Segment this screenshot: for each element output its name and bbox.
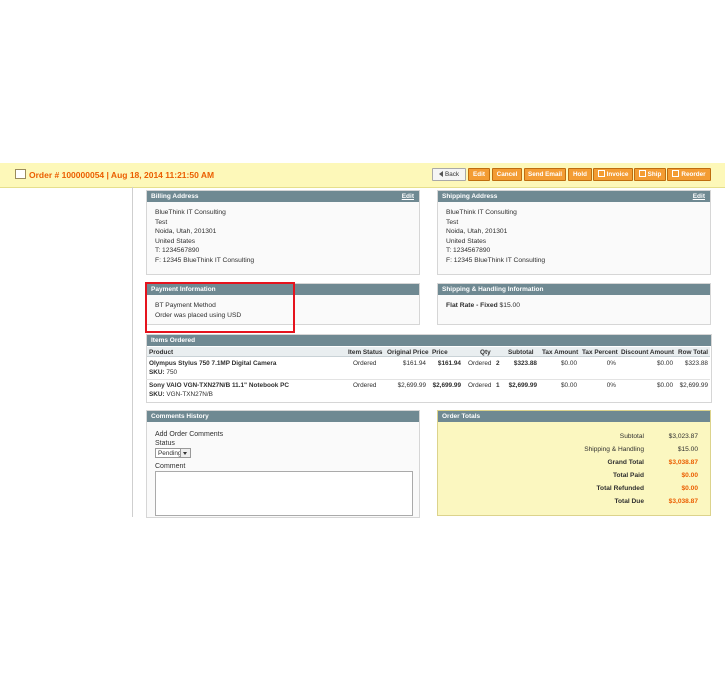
comment-label: Comment <box>155 463 186 470</box>
status-select[interactable]: Pending <box>155 448 191 458</box>
shipping-method-header: Shipping & Handling Information <box>438 284 710 295</box>
comments-history-header: Comments History <box>147 411 419 422</box>
page-title: Order # 100000054 | Aug 18, 2014 11:21:5… <box>15 169 214 180</box>
reorder-icon <box>672 170 680 177</box>
hold-button[interactable]: Hold <box>568 168 592 181</box>
order-totals-box: Order Totals Subtotal $3,023.87 Shipping… <box>437 410 711 516</box>
col-discount-amount: Discount Amount <box>621 349 675 356</box>
col-tax-amount: Tax Amount <box>542 349 579 356</box>
price: $161.94 <box>437 360 461 367</box>
qty-value: 1 <box>496 382 500 389</box>
col-product: Product <box>149 349 174 356</box>
tax-percent: 0% <box>606 360 616 367</box>
cancel-button[interactable]: Cancel <box>492 168 522 181</box>
billing-address-header: Billing Address Edit <box>147 191 419 202</box>
shipping-method-box: Shipping & Handling Information Flat Rat… <box>437 283 711 325</box>
total-paid-label: Total Paid <box>612 472 644 479</box>
billing-address-body: BlueThink IT Consulting Test Noida, Utah, … <box>155 209 255 264</box>
tax-percent: 0% <box>606 382 616 389</box>
edit-button[interactable]: Edit <box>468 168 490 181</box>
order-icon <box>15 169 26 179</box>
shipping-value: $15.00 <box>677 446 698 453</box>
reorder-button[interactable]: Reorder <box>667 168 711 181</box>
original-price: $2,699.99 <box>397 382 426 389</box>
row-total: $2,699.99 <box>679 382 708 389</box>
qty-label: Ordered <box>468 382 492 389</box>
table-row: Olympus Stylus 750 7.1MP Digital Camera … <box>146 358 710 380</box>
total-paid-value: $0.00 <box>681 472 698 479</box>
back-button[interactable]: Back <box>432 168 466 181</box>
comment-textarea[interactable] <box>155 471 413 516</box>
send-email-button[interactable]: Send Email <box>524 168 566 181</box>
invoice-button[interactable]: Invoice <box>593 168 633 181</box>
invoice-icon <box>597 170 605 177</box>
tax-amount: $0.00 <box>561 360 577 367</box>
shipping-address-box: Shipping Address Edit BlueThink IT Consul… <box>437 190 711 275</box>
total-due-value: $3,038.87 <box>668 498 698 505</box>
add-comments-label: Add Order Comments <box>155 431 224 438</box>
ship-button[interactable]: Ship <box>634 168 666 181</box>
col-original-price: Original Price <box>387 349 429 356</box>
qty-value: 2 <box>496 360 500 367</box>
row-total: $323.88 <box>684 360 708 367</box>
left-divider <box>132 187 133 517</box>
grand-total-value: $3,038.87 <box>668 459 698 466</box>
ship-icon <box>638 170 646 177</box>
discount-amount: $0.00 <box>657 382 673 389</box>
items-ordered-header: Items Ordered <box>147 335 711 346</box>
col-item-status: Item Status <box>348 349 383 356</box>
chevron-down-icon <box>180 449 190 457</box>
col-price: Price <box>432 349 448 356</box>
table-row: Sony VAIO VGN-TXN27N/B 11.1" Notebook PC… <box>149 382 708 398</box>
shipping-label: Shipping & Handling <box>584 446 644 453</box>
shipping-address-body: BlueThink IT Consulting Test Noida, Utah, … <box>446 209 546 264</box>
back-arrow-icon <box>439 171 443 177</box>
item-status: Ordered <box>353 382 377 389</box>
price: $2,699.99 <box>432 382 461 389</box>
total-due-label: Total Due <box>614 498 644 505</box>
status-label: Status <box>155 440 175 447</box>
item-status: Ordered <box>353 360 377 367</box>
col-row-total: Row Total <box>678 349 709 356</box>
product-name: Olympus Stylus 750 7.1MP Digital Camera <box>149 360 277 367</box>
billing-address-box: Billing Address Edit BlueThink IT Consult… <box>146 190 420 275</box>
shipping-method-body: Flat Rate - Fixed $15.00 <box>446 302 520 309</box>
subtotal-label: Subtotal <box>619 433 644 440</box>
original-price: $161.94 <box>402 360 426 367</box>
tax-amount: $0.00 <box>561 382 577 389</box>
product-name: Sony VAIO VGN-TXN27N/B 11.1" Notebook PC <box>149 382 289 389</box>
grand-total-label: Grand Total <box>607 459 644 466</box>
subtotal: $2,699.99 <box>508 382 537 389</box>
shipping-edit-link[interactable]: Edit <box>693 191 705 202</box>
subtotal: $323.88 <box>513 360 537 367</box>
discount-amount: $0.00 <box>657 360 673 367</box>
col-subtotal: Subtotal <box>508 349 534 356</box>
col-qty: Qty <box>480 349 491 356</box>
shipping-address-header: Shipping Address Edit <box>438 191 710 202</box>
total-refunded-label: Total Refunded <box>596 485 645 492</box>
highlight-rectangle <box>145 282 295 333</box>
subtotal-value: $3,023.87 <box>668 433 698 440</box>
product-sku: VGN-TXN27N/B <box>166 391 213 398</box>
qty-label: Ordered <box>468 360 492 367</box>
product-sku: 750 <box>166 369 178 376</box>
billing-edit-link[interactable]: Edit <box>402 191 414 202</box>
col-tax-percent: Tax Percent <box>582 349 618 356</box>
total-refunded-value: $0.00 <box>681 485 698 492</box>
order-totals-header: Order Totals <box>438 411 710 422</box>
